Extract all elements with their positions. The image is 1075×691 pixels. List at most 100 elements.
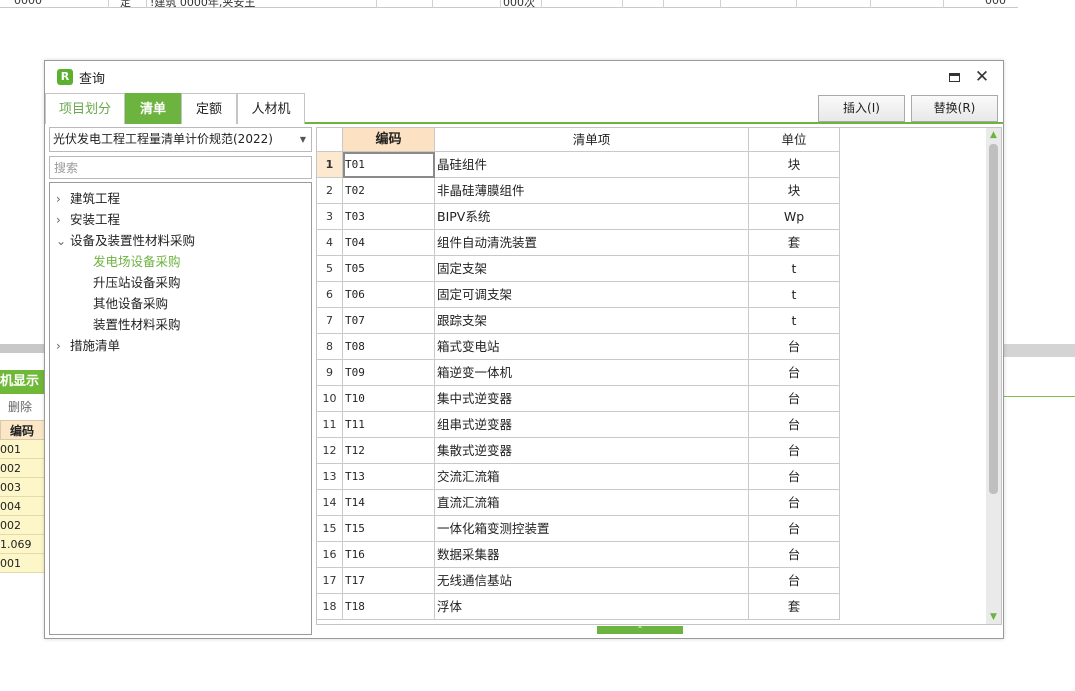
unit-cell[interactable]: 台 <box>749 412 840 438</box>
item-cell[interactable]: 箱式变电站 <box>435 334 749 360</box>
item-cell[interactable]: 跟踪支架 <box>435 308 749 334</box>
table-row[interactable]: 2 T02 非晶硅薄膜组件块 <box>317 178 840 204</box>
row-number[interactable]: 11 <box>317 412 343 438</box>
item-cell[interactable]: 固定支架 <box>435 256 749 282</box>
unit-cell[interactable]: 台 <box>749 360 840 386</box>
scroll-up-icon[interactable]: ▲ <box>986 128 1001 142</box>
table-row[interactable]: 8 T08 箱式变电站台 <box>317 334 840 360</box>
item-cell[interactable]: 晶硅组件 <box>435 152 749 178</box>
item-cell[interactable]: 交流汇流箱 <box>435 464 749 490</box>
bg-panel-title[interactable]: 机显示 <box>0 370 45 394</box>
insert-button[interactable]: 插入(I) <box>818 95 905 122</box>
unit-cell[interactable]: t <box>749 256 840 282</box>
code-cell[interactable]: T07 <box>343 308 435 334</box>
unit-cell[interactable]: 台 <box>749 386 840 412</box>
code-cell[interactable]: T04 <box>343 230 435 256</box>
tree-node-other-equipment[interactable]: 其他设备采购 <box>93 293 168 314</box>
row-number[interactable]: 14 <box>317 490 343 516</box>
table-row[interactable]: 11 T11 组串式逆变器台 <box>317 412 840 438</box>
item-cell[interactable]: 集中式逆变器 <box>435 386 749 412</box>
dialog-titlebar[interactable]: R 查询 ✕ <box>45 61 1003 92</box>
tab-labor-material[interactable]: 人材机 <box>237 93 305 124</box>
code-cell[interactable]: T01 <box>343 152 435 178</box>
code-cell[interactable]: T03 <box>343 204 435 230</box>
code-cell[interactable]: T16 <box>343 542 435 568</box>
item-cell[interactable]: 组件自动清洗装置 <box>435 230 749 256</box>
code-cell[interactable]: T17 <box>343 568 435 594</box>
row-number[interactable]: 18 <box>317 594 343 620</box>
code-cell[interactable]: T13 <box>343 464 435 490</box>
tree-node-plant-equipment[interactable]: 发电场设备采购 <box>93 251 181 272</box>
tree-node-install[interactable]: › 安装工程 <box>56 209 120 230</box>
row-number[interactable]: 5 <box>317 256 343 282</box>
replace-button[interactable]: 替换(R) <box>911 95 998 122</box>
row-number[interactable]: 3 <box>317 204 343 230</box>
item-cell[interactable]: 集散式逆变器 <box>435 438 749 464</box>
item-cell[interactable]: 直流汇流箱 <box>435 490 749 516</box>
code-cell[interactable]: T12 <box>343 438 435 464</box>
row-number[interactable]: 6 <box>317 282 343 308</box>
unit-cell[interactable]: 台 <box>749 464 840 490</box>
code-cell[interactable]: T10 <box>343 386 435 412</box>
code-cell[interactable]: T08 <box>343 334 435 360</box>
column-header-unit[interactable]: 单位 <box>749 128 840 152</box>
scroll-down-icon[interactable]: ▼ <box>986 610 1001 624</box>
table-row[interactable]: 9 T09 箱逆变一体机台 <box>317 360 840 386</box>
tree-node-measures[interactable]: › 措施清单 <box>56 335 120 356</box>
table-row[interactable]: 18 T18 浮体套 <box>317 594 840 620</box>
item-cell[interactable]: 箱逆变一体机 <box>435 360 749 386</box>
row-number[interactable]: 15 <box>317 516 343 542</box>
item-cell[interactable]: 数据采集器 <box>435 542 749 568</box>
item-cell[interactable]: 非晶硅薄膜组件 <box>435 178 749 204</box>
code-cell[interactable]: T15 <box>343 516 435 542</box>
bg-code-cell[interactable]: 001 <box>0 554 45 573</box>
tab-project-division[interactable]: 项目划分 <box>45 93 125 124</box>
tree-node-building[interactable]: › 建筑工程 <box>56 188 120 209</box>
unit-cell[interactable]: 台 <box>749 438 840 464</box>
tree-node-device-materials[interactable]: 装置性材料采购 <box>93 314 181 335</box>
bg-code-cell[interactable]: 003 <box>0 478 45 497</box>
chevron-right-icon[interactable]: › <box>56 189 70 210</box>
item-cell[interactable]: 无线通信基站 <box>435 568 749 594</box>
unit-cell[interactable]: 块 <box>749 152 840 178</box>
row-number[interactable]: 12 <box>317 438 343 464</box>
bg-code-cell[interactable]: 1.069 <box>0 535 45 554</box>
row-number[interactable]: 17 <box>317 568 343 594</box>
unit-cell[interactable]: 台 <box>749 568 840 594</box>
table-row[interactable]: 12 T12 集散式逆变器台 <box>317 438 840 464</box>
table-row[interactable]: 3 T03 BIPV系统 Wp <box>317 204 840 230</box>
spec-dropdown[interactable]: 光伏发电工程工程量清单计价规范(2022) ▼ <box>49 127 312 152</box>
bg-delete-button[interactable]: 删除 <box>0 394 45 420</box>
chevron-right-icon[interactable]: › <box>56 336 70 357</box>
bg-code-cell[interactable]: 004 <box>0 497 45 516</box>
table-row[interactable]: 15 T15 一体化箱变测控装置台 <box>317 516 840 542</box>
table-row[interactable]: 14 T14 直流汇流箱台 <box>317 490 840 516</box>
table-row[interactable]: 10 T10 集中式逆变器台 <box>317 386 840 412</box>
table-row[interactable]: 7 T07 跟踪支架 t <box>317 308 840 334</box>
code-cell[interactable]: T09 <box>343 360 435 386</box>
close-button[interactable]: ✕ <box>971 67 993 87</box>
unit-cell[interactable]: 台 <box>749 490 840 516</box>
unit-cell[interactable]: t <box>749 282 840 308</box>
unit-cell[interactable]: Wp <box>749 204 840 230</box>
row-number[interactable]: 4 <box>317 230 343 256</box>
unit-cell[interactable]: 台 <box>749 516 840 542</box>
search-input[interactable] <box>49 156 312 179</box>
chevron-down-icon[interactable]: ⌄ <box>56 231 70 252</box>
row-number[interactable]: 2 <box>317 178 343 204</box>
unit-cell[interactable]: 套 <box>749 594 840 620</box>
item-cell[interactable]: 一体化箱变测控装置 <box>435 516 749 542</box>
item-cell[interactable]: 组串式逆变器 <box>435 412 749 438</box>
row-number[interactable]: 9 <box>317 360 343 386</box>
unit-cell[interactable]: 块 <box>749 178 840 204</box>
tab-bill[interactable]: 清单 <box>125 93 181 124</box>
unit-cell[interactable]: t <box>749 308 840 334</box>
table-row[interactable]: 16 T16 数据采集器台 <box>317 542 840 568</box>
unit-cell[interactable]: 套 <box>749 230 840 256</box>
table-row[interactable]: 1 T01 晶硅组件块 <box>317 152 840 178</box>
code-cell[interactable]: T14 <box>343 490 435 516</box>
item-cell[interactable]: BIPV系统 <box>435 204 749 230</box>
unit-cell[interactable]: 台 <box>749 334 840 360</box>
row-number[interactable]: 16 <box>317 542 343 568</box>
table-row[interactable]: 13 T13 交流汇流箱台 <box>317 464 840 490</box>
